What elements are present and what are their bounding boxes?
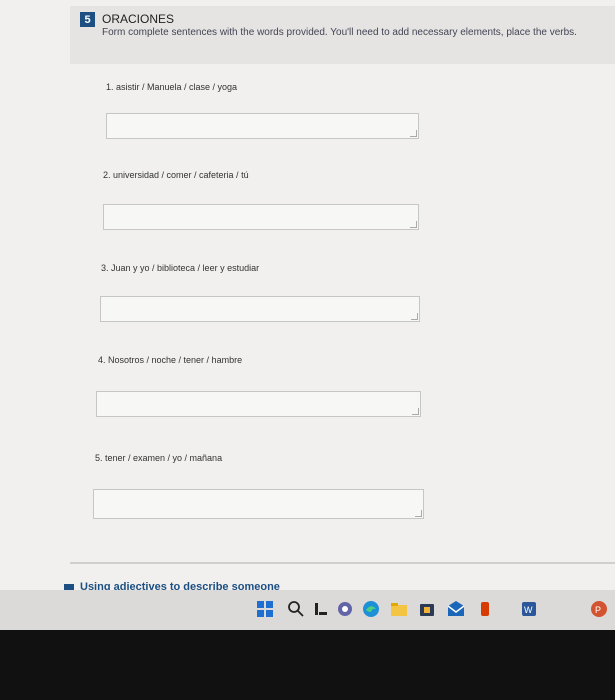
question-3-answer-field[interactable] (100, 296, 420, 322)
svg-text:P: P (595, 605, 601, 615)
resize-handle-icon[interactable] (410, 130, 417, 137)
question-2-answer-field[interactable] (103, 204, 419, 230)
task-view-icon[interactable] (312, 600, 330, 618)
mail-icon[interactable] (447, 600, 465, 618)
edge-icon[interactable] (362, 600, 380, 618)
section-instructions: Form complete sentences with the words p… (102, 27, 577, 38)
question-5-prompt: 5. tener / examen / yo / mañana (95, 453, 223, 463)
question-1-prompt: 1. asistir / Manuela / clase / yoga (106, 82, 238, 92)
powerpoint-icon[interactable]: P (590, 600, 608, 618)
question-4-answer-field[interactable] (96, 391, 421, 417)
svg-text:W: W (524, 605, 533, 615)
store-icon[interactable] (418, 600, 436, 618)
question-4-prompt: 4. Nosotros / noche / tener / hambre (98, 355, 243, 365)
windows-start-icon[interactable] (256, 600, 274, 618)
screen-bezel (0, 630, 615, 700)
section-title: ORACIONES (102, 12, 175, 26)
teams-icon[interactable] (336, 600, 354, 618)
question-3-prompt: 3. Juan y yo / biblioteca / leer y estud… (101, 263, 260, 273)
resize-handle-icon[interactable] (410, 221, 417, 228)
section-number-badge: 5 (80, 12, 95, 27)
section-divider (70, 562, 615, 564)
windows-taskbar: W P (0, 590, 615, 630)
file-explorer-icon[interactable] (390, 600, 408, 618)
assignment-page: 5 ORACIONES Form complete sentences with… (0, 0, 615, 590)
question-2-prompt: 2. universidad / comer / cafeteria / tú (103, 170, 249, 180)
resize-handle-icon[interactable] (411, 313, 418, 320)
search-icon[interactable] (287, 600, 305, 618)
resize-handle-icon[interactable] (415, 510, 422, 517)
resize-handle-icon[interactable] (412, 408, 419, 415)
next-section-title[interactable]: Using adjectives to describe someone (80, 581, 280, 590)
word-icon[interactable]: W (520, 600, 538, 618)
question-1-answer-field[interactable] (106, 113, 419, 139)
office-icon[interactable] (476, 600, 494, 618)
question-5-answer-field[interactable] (93, 489, 424, 519)
